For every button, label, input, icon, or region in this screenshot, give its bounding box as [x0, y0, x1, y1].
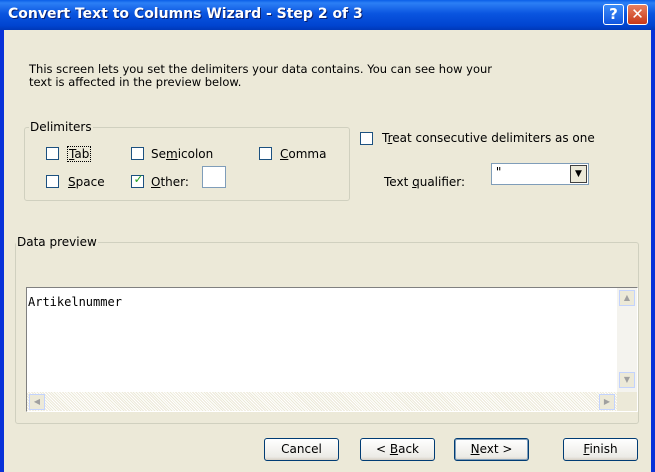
semicolon-checkbox[interactable] [131, 147, 144, 160]
scroll-corner [617, 392, 637, 411]
cancel-button[interactable]: Cancel [264, 438, 339, 461]
chevron-down-icon[interactable]: ▼ [570, 165, 587, 183]
text-qualifier-label: Text qualifier: [384, 175, 466, 189]
comma-checkbox[interactable] [259, 147, 272, 160]
delimiters-group-label: Delimiters [29, 120, 93, 134]
horizontal-scrollbar[interactable]: ◀ ▶ [27, 392, 617, 411]
comma-label[interactable]: Comma [280, 147, 326, 161]
vertical-scrollbar[interactable]: ▲ ▼ [617, 288, 637, 392]
other-checkbox[interactable]: ✓ [131, 172, 144, 188]
data-preview-label: Data preview [16, 235, 98, 249]
close-button[interactable]: ✕ [627, 4, 648, 25]
other-delimiter-input[interactable] [202, 166, 226, 188]
scroll-up-icon[interactable]: ▲ [619, 290, 635, 306]
consecutive-checkbox[interactable] [360, 132, 373, 145]
window-title: Convert Text to Columns Wizard - Step 2 … [8, 6, 363, 22]
preview-line: Artikelnummer [28, 295, 122, 309]
scroll-right-icon[interactable]: ▶ [599, 394, 615, 410]
help-button[interactable]: ? [603, 4, 624, 25]
semicolon-label[interactable]: Semicolon [151, 147, 213, 161]
tab-checkbox[interactable] [46, 147, 59, 160]
delimiters-group [24, 127, 350, 201]
space-label[interactable]: Space [68, 175, 105, 189]
consecutive-label[interactable]: Treat consecutive delimiters as one [382, 131, 595, 145]
scroll-left-icon[interactable]: ◀ [29, 394, 45, 410]
intro-text: This screen lets you set the delimiters … [29, 62, 493, 89]
finish-button[interactable]: Finish [563, 438, 638, 461]
text-qualifier-value: " [495, 165, 503, 179]
dialog-body: This screen lets you set the delimiters … [4, 30, 651, 472]
other-label[interactable]: Other: [151, 175, 189, 189]
next-button[interactable]: Next > [454, 438, 529, 461]
checkmark-icon: ✓ [133, 172, 144, 186]
scroll-down-icon[interactable]: ▼ [619, 372, 635, 388]
tab-label[interactable]: Tab [67, 146, 92, 162]
text-qualifier-select[interactable]: " ▼ [491, 163, 589, 185]
title-bar[interactable]: Convert Text to Columns Wizard - Step 2 … [0, 0, 655, 30]
wizard-window: Convert Text to Columns Wizard - Step 2 … [0, 0, 655, 472]
data-preview-area[interactable]: Artikelnummer ▲ ▼ ◀ ▶ [26, 287, 638, 412]
space-checkbox[interactable] [46, 175, 59, 188]
back-button[interactable]: < Back [360, 438, 435, 461]
